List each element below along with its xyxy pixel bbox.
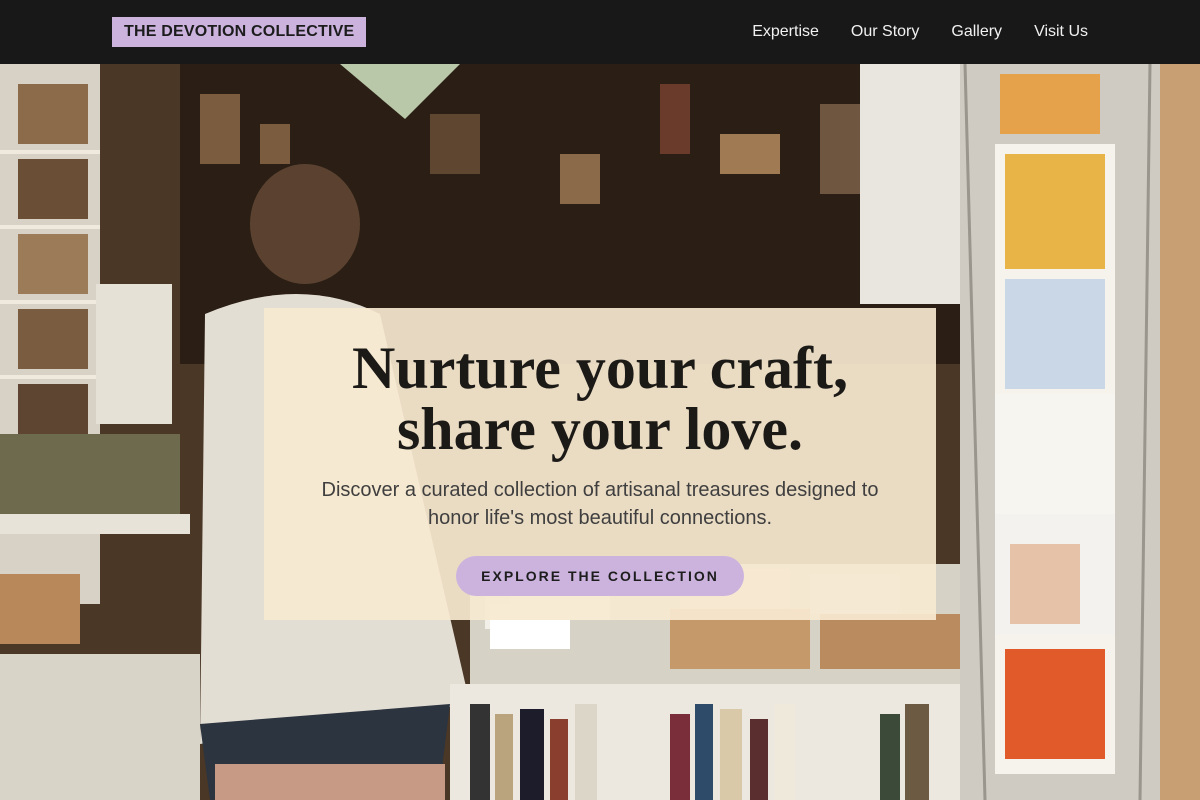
explore-collection-button[interactable]: EXPLORE THE COLLECTION [456, 556, 744, 596]
nav-link-visit-us[interactable]: Visit Us [1034, 23, 1088, 41]
nav-link-gallery[interactable]: Gallery [951, 23, 1002, 41]
brand-logo[interactable]: THE DEVOTION COLLECTIVE [112, 17, 367, 47]
nav-links: Expertise Our Story Gallery Visit Us [752, 23, 1088, 41]
hero-section: Nurture your craft, share your love. Dis… [0, 64, 1200, 800]
hero-headline: Nurture your craft, share your love. [352, 335, 848, 462]
hero-subtitle: Discover a curated collection of artisan… [321, 479, 879, 529]
nav-link-expertise[interactable]: Expertise [752, 23, 819, 41]
nav-link-our-story[interactable]: Our Story [851, 23, 919, 41]
hero-card: Nurture your craft, share your love. Dis… [264, 308, 936, 620]
top-nav: THE DEVOTION COLLECTIVE Expertise Our St… [0, 0, 1200, 64]
